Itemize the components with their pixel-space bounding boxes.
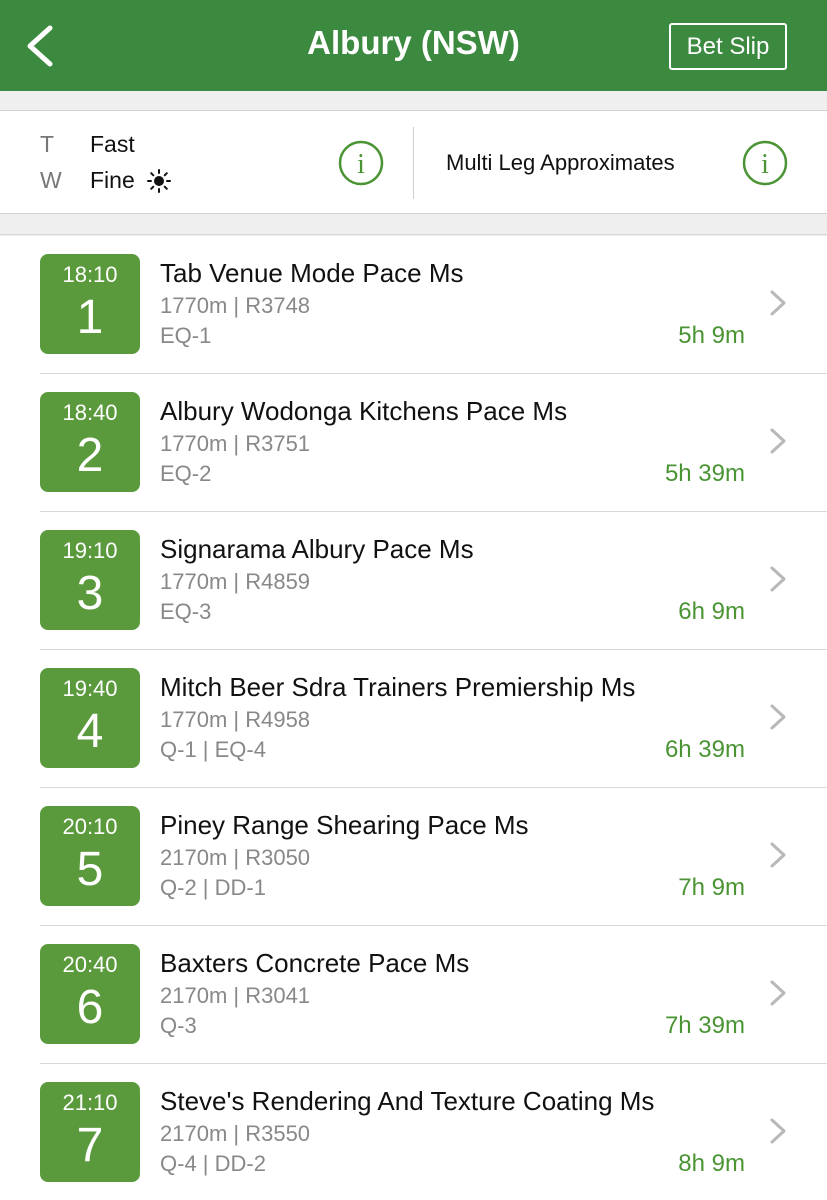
race-row[interactable]: 19:10 3 Signarama Albury Pace Ms 1770m | R4…: [0, 512, 827, 650]
chevron-right-icon: [770, 704, 786, 730]
race-number: 3: [76, 567, 104, 620]
chevron-right-icon: [770, 980, 786, 1006]
race-number: 6: [76, 981, 104, 1034]
multi-leg-info-icon[interactable]: i: [742, 140, 788, 186]
race-row[interactable]: 18:10 1 Tab Venue Mode Pace Ms 1770m | R374…: [0, 236, 827, 374]
race-name: Mitch Beer Sdra Trainers Premiership Ms: [160, 672, 636, 702]
race-countdown: 7h 9m: [678, 874, 745, 901]
race-details: 1770m | R4859: [160, 569, 311, 594]
race-badge: 19:40 4: [40, 668, 140, 768]
race-start-time: 20:40: [62, 952, 118, 977]
race-pools: EQ-3: [160, 599, 212, 624]
race-countdown: 6h 9m: [678, 598, 745, 625]
race-row[interactable]: 20:10 5 Piney Range Shearing Pace Ms 2170m …: [0, 788, 827, 926]
chevron-right-icon: [770, 290, 786, 316]
race-details: 1770m | R3748: [160, 293, 311, 318]
race-badge: 20:10 5: [40, 806, 140, 906]
race-list: 18:10 1 Tab Venue Mode Pace Ms 1770m | R374…: [0, 236, 827, 1200]
track-condition: T Fast: [40, 131, 135, 158]
race-name: Albury Wodonga Kitchens Pace Ms: [160, 396, 568, 426]
race-pools: EQ-2: [160, 461, 212, 486]
conditions-bar: T Fast W Fine i Multi Leg Approximates i: [0, 111, 827, 214]
race-start-time: 21:10: [62, 1090, 118, 1115]
race-row[interactable]: 20:40 6 Baxters Concrete Pace Ms 2170m | R3…: [0, 926, 827, 1064]
race-countdown: 6h 39m: [664, 736, 745, 763]
race-details: 2170m | R3050: [160, 845, 311, 870]
chevron-right-icon: [770, 566, 786, 592]
race-pools: Q-1 | EQ-4: [160, 737, 266, 762]
bet-slip-button[interactable]: Bet Slip: [669, 23, 787, 70]
race-name: Steve's Rendering And Texture Coating Ms: [160, 1086, 655, 1116]
race-row[interactable]: 21:10 7 Steve's Rendering And Texture Coat…: [0, 1064, 827, 1200]
multi-leg-label: Multi Leg Approximates: [446, 150, 675, 175]
race-badge: 21:10 7: [40, 1082, 140, 1182]
race-number: 7: [76, 1119, 104, 1172]
race-name: Piney Range Shearing Pace Ms: [160, 810, 529, 840]
race-start-time: 19:10: [62, 538, 118, 563]
race-details: 1770m | R3751: [160, 431, 311, 456]
race-pools: Q-2 | DD-1: [160, 875, 266, 900]
race-number: 2: [76, 429, 104, 482]
svg-text:i: i: [357, 149, 365, 180]
chevron-right-icon: [770, 1118, 786, 1144]
race-badge: 20:40 6: [40, 944, 140, 1044]
race-badge: 18:10 1: [40, 254, 140, 354]
race-badge: 19:10 3: [40, 530, 140, 630]
race-row[interactable]: 18:40 2 Albury Wodonga Kitchens Pace Ms 177…: [0, 374, 827, 512]
weather-value: Fine: [90, 167, 135, 193]
race-start-time: 18:10: [62, 262, 118, 287]
race-start-time: 19:40: [62, 676, 118, 701]
race-details: 1770m | R4958: [160, 707, 311, 732]
race-countdown: 5h 9m: [678, 322, 745, 349]
race-number: 4: [76, 705, 104, 758]
race-start-time: 20:10: [62, 814, 118, 839]
conditions-info-icon[interactable]: i: [338, 140, 384, 186]
sun-icon: [146, 168, 171, 193]
svg-text:i: i: [761, 149, 769, 180]
race-countdown: 5h 39m: [664, 460, 745, 487]
race-start-time: 18:40: [62, 400, 118, 425]
section-gap: [0, 214, 827, 235]
track-key: T: [40, 131, 55, 157]
track-value: Fast: [90, 131, 135, 157]
race-countdown: 7h 39m: [664, 1012, 745, 1039]
race-badge: 18:40 2: [40, 392, 140, 492]
race-name: Baxters Concrete Pace Ms: [160, 948, 470, 978]
race-details: 2170m | R3550: [160, 1121, 311, 1146]
divider: [413, 127, 414, 199]
race-number: 5: [76, 843, 104, 896]
weather-key: W: [40, 167, 62, 193]
weather-condition: W Fine: [40, 167, 171, 194]
race-name: Signarama Albury Pace Ms: [160, 534, 474, 564]
race-countdown: 8h 9m: [678, 1150, 745, 1177]
race-name: Tab Venue Mode Pace Ms: [160, 258, 464, 288]
race-pools: Q-4 | DD-2: [160, 1151, 266, 1176]
race-row[interactable]: 19:40 4 Mitch Beer Sdra Trainers Premiersh…: [0, 650, 827, 788]
race-pools: EQ-1: [160, 323, 212, 348]
chevron-right-icon: [770, 842, 786, 868]
race-details: 2170m | R3041: [160, 983, 311, 1008]
chevron-right-icon: [770, 428, 786, 454]
race-pools: Q-3: [160, 1013, 197, 1038]
app-header: Albury (NSW) Bet Slip: [0, 0, 827, 91]
section-gap: [0, 91, 827, 111]
race-number: 1: [76, 291, 104, 344]
